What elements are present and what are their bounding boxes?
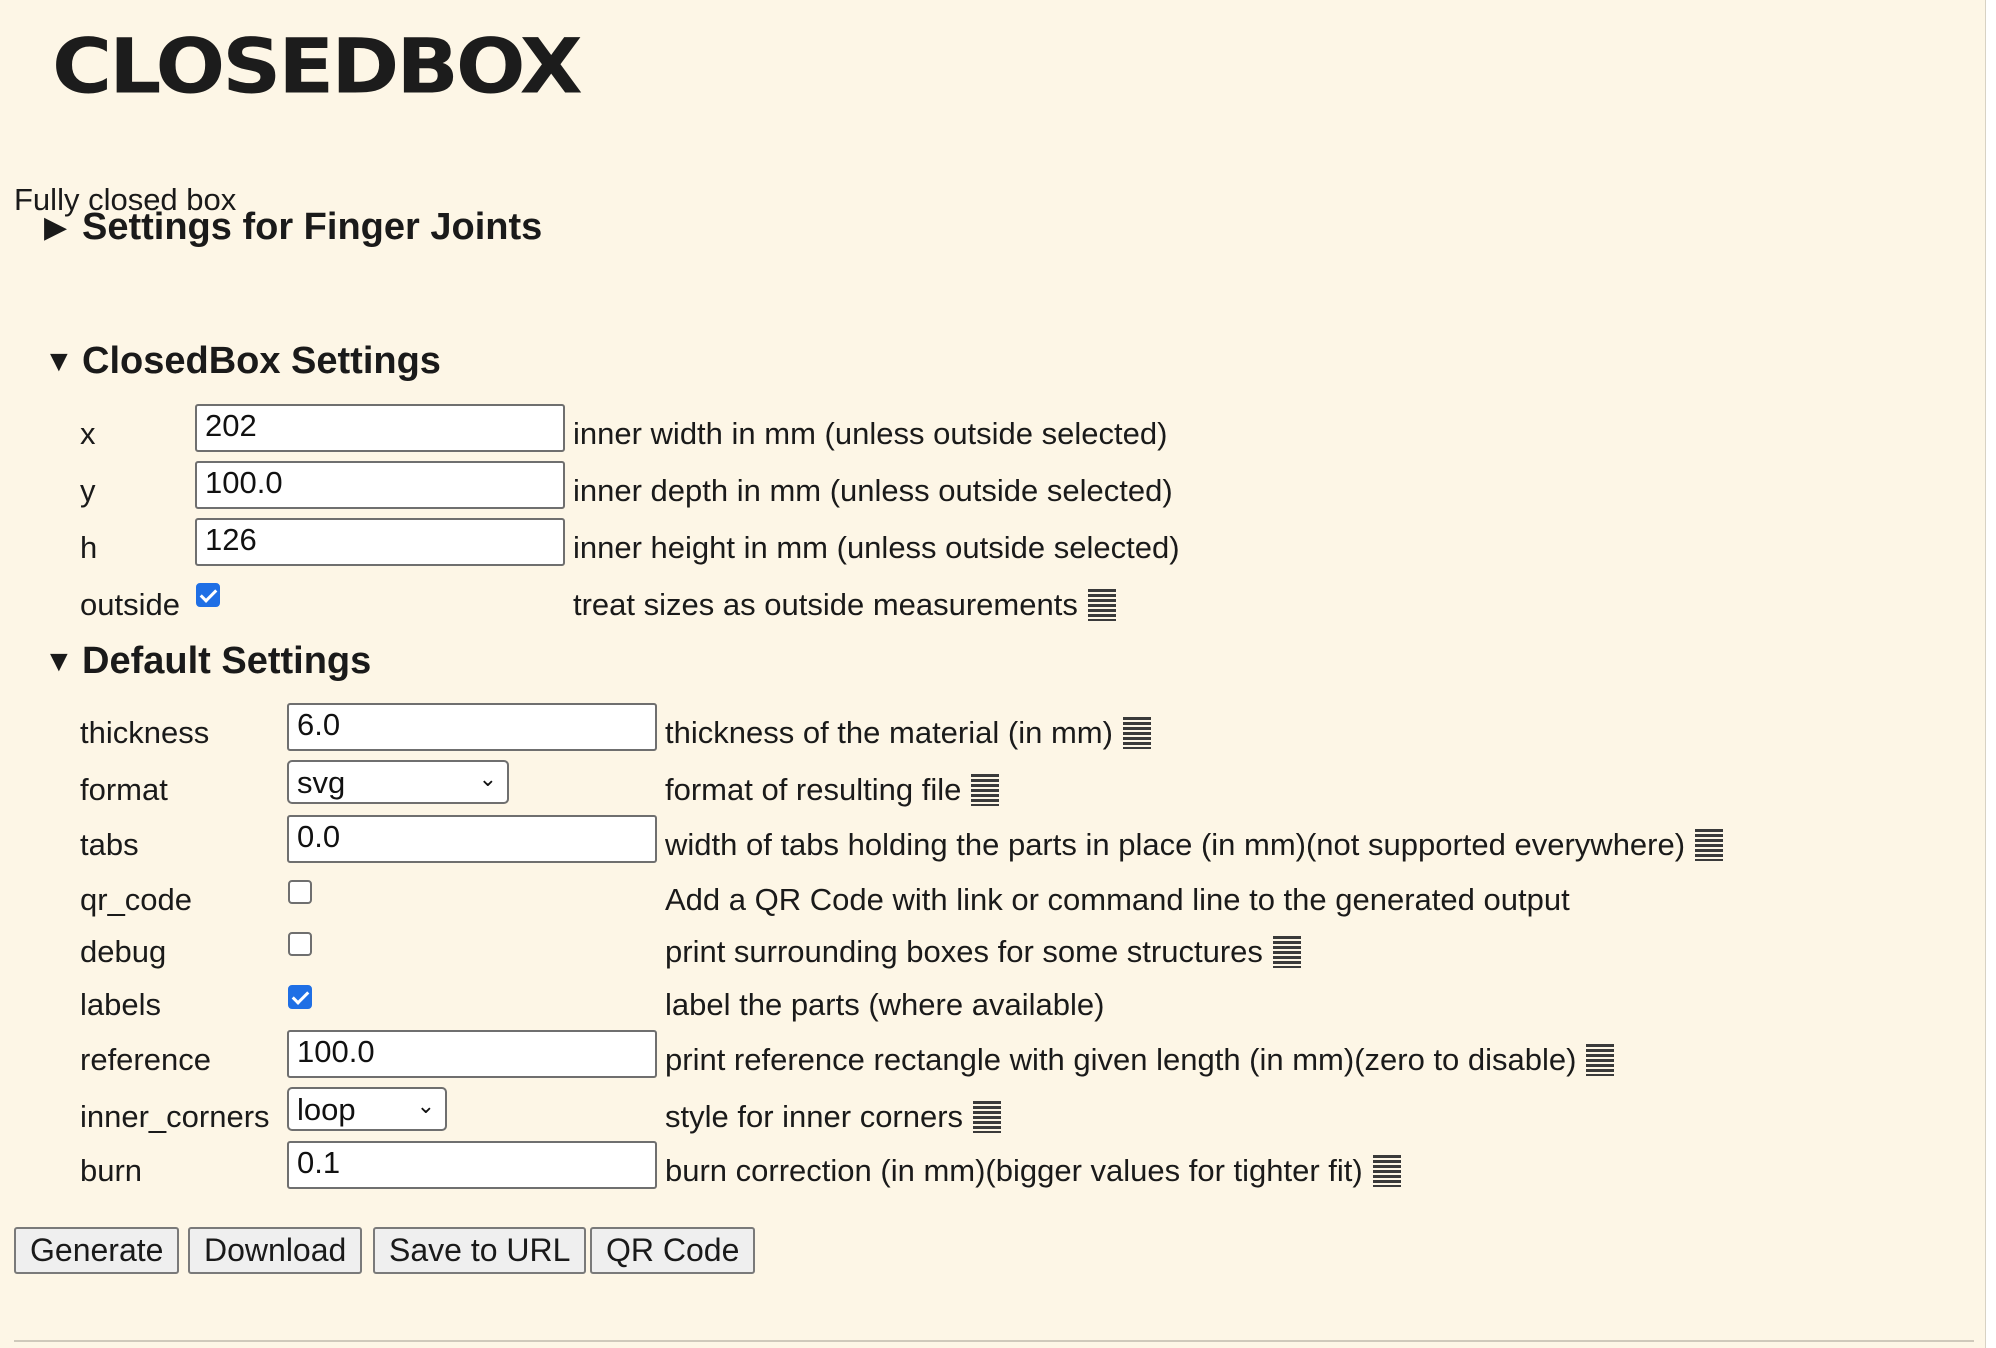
section-closedbox-toggle[interactable]: ▼ ClosedBox Settings: [44, 340, 441, 383]
tabs-input[interactable]: 0.0: [287, 815, 657, 863]
menu-lines-icon: [1272, 936, 1301, 968]
reference-input[interactable]: 100.0: [287, 1030, 657, 1078]
debug-checkbox[interactable]: [288, 932, 312, 956]
field-help-format: format of resulting file: [665, 772, 1000, 808]
download-button[interactable]: Download: [188, 1227, 363, 1274]
menu-lines-icon: [1087, 589, 1116, 621]
menu-lines-icon: [1695, 829, 1724, 861]
section-finger-joints-toggle[interactable]: ▶ Settings for Finger Joints: [44, 206, 542, 249]
menu-lines-icon: [1586, 1044, 1615, 1076]
field-label-x: x: [80, 416, 96, 451]
y-input[interactable]: 100.0: [195, 461, 565, 509]
field-label-debug: debug: [80, 934, 167, 969]
field-help-thickness: thickness of the material (in mm): [665, 715, 1151, 751]
triangle-down-icon: ▼: [44, 644, 74, 678]
app-logo: CLOSEDBOX: [52, 23, 583, 111]
field-label-reference: reference: [80, 1042, 211, 1077]
x-input[interactable]: 202: [195, 404, 565, 452]
qr-code-button[interactable]: QR Code: [590, 1227, 756, 1274]
field-label-thickness: thickness: [80, 715, 210, 750]
field-help-y: inner depth in mm (unless outside select…: [573, 473, 1173, 508]
chevron-down-icon: ⌄: [478, 766, 497, 791]
field-label-y: y: [80, 473, 96, 508]
field-label-format: format: [80, 772, 168, 807]
field-label-labels: labels: [80, 987, 161, 1022]
field-help-tabs: width of tabs holding the parts in place…: [665, 827, 1724, 863]
thickness-input[interactable]: 6.0: [287, 703, 657, 751]
labels-checkbox[interactable]: [288, 985, 312, 1009]
section-finger-joints-title: Settings for Finger Joints: [82, 206, 543, 248]
save-to-url-button[interactable]: Save to URL: [373, 1227, 587, 1274]
section-default-title: Default Settings: [82, 640, 372, 682]
qr-code-checkbox[interactable]: [288, 880, 312, 904]
field-label-outside: outside: [80, 587, 180, 622]
field-label-qr-code: qr_code: [80, 882, 193, 917]
outside-checkbox[interactable]: [196, 583, 220, 607]
field-help-burn: burn correction (in mm)(bigger values fo…: [665, 1153, 1401, 1189]
window-edge: [1985, 0, 1996, 1348]
menu-lines-icon: [1122, 717, 1151, 749]
field-label-burn: burn: [80, 1153, 143, 1188]
menu-lines-icon: [971, 774, 1000, 806]
field-help-qr-code: Add a QR Code with link or command line …: [665, 882, 1570, 917]
field-help-x: inner width in mm (unless outside select…: [573, 416, 1168, 451]
section-closedbox-title: ClosedBox Settings: [82, 340, 441, 382]
triangle-right-icon: ▶: [44, 211, 68, 244]
triangle-down-icon: ▼: [44, 344, 74, 378]
field-help-debug: print surrounding boxes for some structu…: [665, 934, 1301, 970]
field-help-inner-corners: style for inner corners: [665, 1099, 1002, 1135]
menu-lines-icon: [973, 1101, 1002, 1133]
field-label-tabs: tabs: [80, 827, 139, 862]
field-label-h: h: [80, 530, 98, 565]
field-help-outside: treat sizes as outside measurements: [573, 587, 1116, 623]
format-select[interactable]: svg ⌄: [287, 760, 509, 804]
burn-input[interactable]: 0.1: [287, 1141, 657, 1189]
h-input[interactable]: 126: [195, 518, 565, 566]
chevron-down-icon: ⌄: [416, 1093, 435, 1118]
section-default-toggle[interactable]: ▼ Default Settings: [44, 640, 371, 683]
field-label-inner-corners: inner_corners: [80, 1099, 270, 1134]
inner-corners-select[interactable]: loop ⌄: [287, 1087, 447, 1131]
menu-lines-icon: [1372, 1155, 1401, 1187]
page: CLOSEDBOX Fully closed box ▶ Settings fo…: [0, 0, 1985, 1348]
field-help-reference: print reference rectangle with given len…: [665, 1042, 1615, 1078]
generate-button[interactable]: Generate: [14, 1227, 180, 1274]
field-help-labels: label the parts (where available): [665, 987, 1105, 1022]
field-help-h: inner height in mm (unless outside selec…: [573, 530, 1180, 565]
divider: [14, 1340, 1974, 1342]
